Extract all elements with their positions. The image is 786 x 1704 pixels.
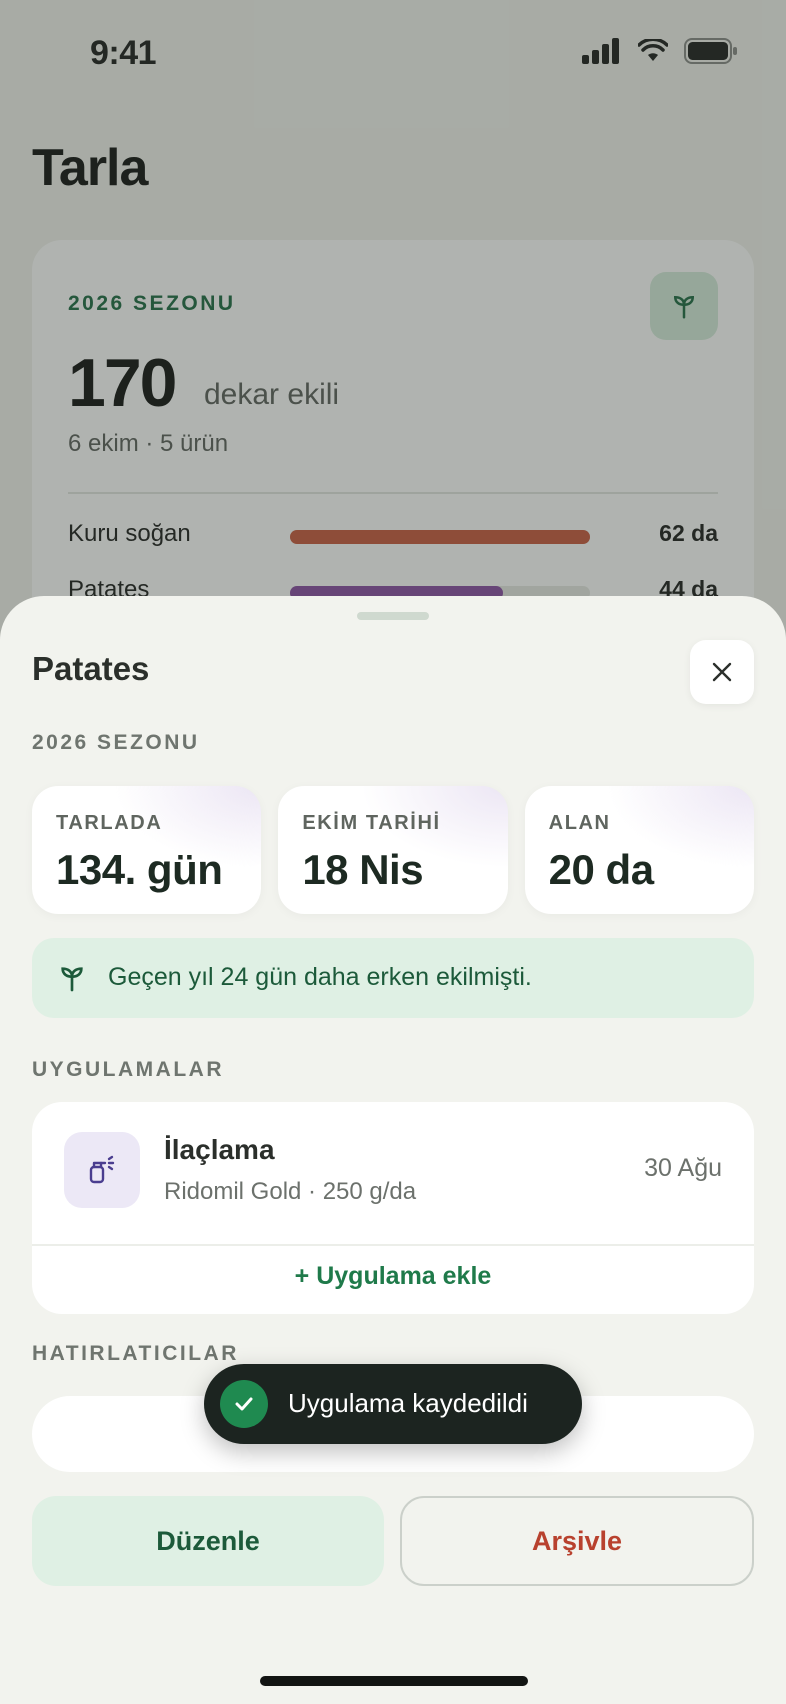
stat-tile-area: ALAN 20 da — [524, 786, 754, 914]
application-row[interactable]: İlaçlama Ridomil Gold · 250 g/da 30 Ağu — [32, 1102, 754, 1236]
stat-tile-planting-date: EKİM TARİHİ 18 Nis — [278, 786, 508, 914]
sprayer-icon — [64, 1132, 140, 1208]
applications-card: İlaçlama Ridomil Gold · 250 g/da 30 Ağu … — [32, 1102, 754, 1314]
info-banner: Geçen yıl 24 gün daha erken ekilmişti. — [32, 938, 754, 1018]
check-icon — [220, 1380, 268, 1428]
stat-value: 18 Nis — [302, 846, 424, 893]
home-indicator[interactable] — [260, 1676, 528, 1686]
divider — [32, 1244, 754, 1246]
application-subtitle: Ridomil Gold · 250 g/da — [164, 1178, 417, 1205]
toast-text: Uygulama kaydedildi — [288, 1388, 528, 1418]
stat-tiles: TARLADA 134. gün EKİM TARİHİ 18 Nis ALAN… — [32, 786, 754, 914]
applications-section-label: UYGULAMALAR — [32, 1058, 224, 1081]
stat-label: EKİM TARİHİ — [302, 812, 441, 834]
stat-label: ALAN — [548, 812, 611, 834]
add-application-button[interactable]: + Uygulama ekle — [32, 1262, 754, 1291]
reminders-section-label: HATIRLATICILAR — [32, 1342, 239, 1365]
application-title: İlaçlama — [164, 1134, 275, 1165]
season-label: 2026 SEZONU — [32, 731, 200, 754]
sprout-icon — [61, 967, 83, 992]
sheet-grabber[interactable] — [357, 612, 429, 620]
close-icon — [712, 662, 732, 682]
stat-tile-days: TARLADA 134. gün — [32, 786, 262, 914]
stat-label: TARLADA — [56, 812, 163, 834]
toast-notification: Uygulama kaydedildi — [204, 1364, 582, 1444]
archive-button[interactable]: Arşivle — [400, 1496, 754, 1586]
stat-value: 134. gün — [56, 846, 223, 893]
crop-detail-sheet: Patates 2026 SEZONU TARLADA 134. gün EKİ… — [0, 596, 786, 1704]
close-button[interactable] — [690, 640, 754, 704]
info-banner-text: Geçen yıl 24 gün daha erken ekilmişti. — [108, 963, 532, 991]
sheet-title: Patates — [32, 650, 150, 687]
application-date: 30 Ağu — [644, 1154, 722, 1182]
stat-value: 20 da — [548, 846, 654, 893]
edit-button[interactable]: Düzenle — [32, 1496, 384, 1586]
